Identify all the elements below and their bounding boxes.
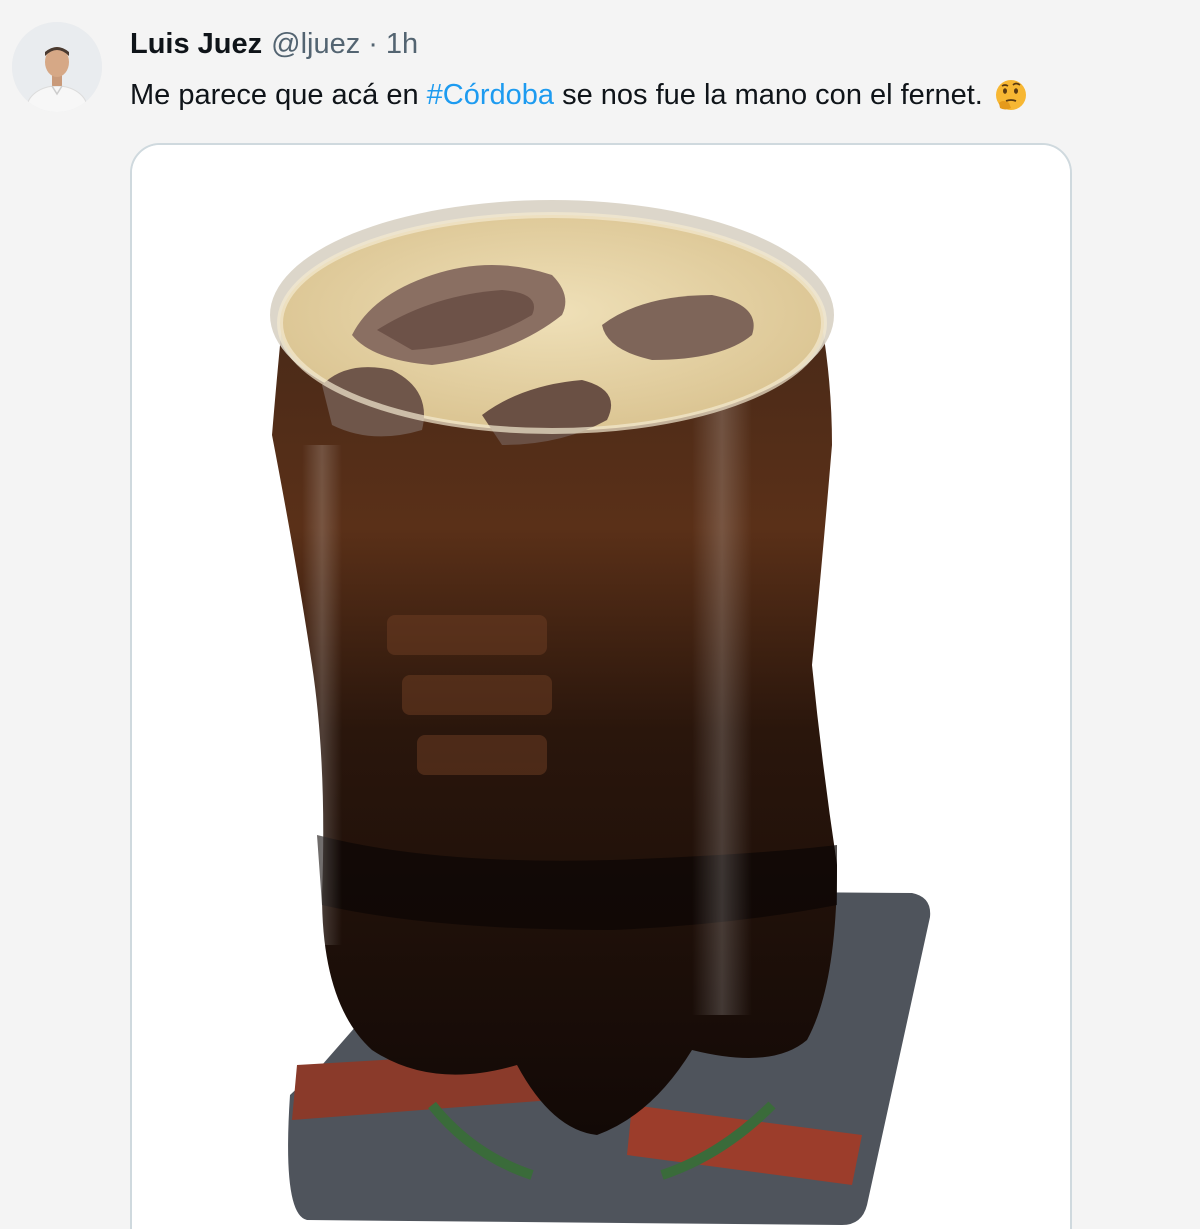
avatar[interactable]	[12, 22, 102, 112]
fernet-glass-photo-icon	[132, 145, 1070, 1229]
tweet: Luis Juez @ljuez · 1h Me parece que acá …	[0, 0, 1200, 1229]
thinking-face-emoji-icon	[993, 77, 1029, 113]
profile-photo-icon	[12, 22, 102, 112]
tweet-timestamp[interactable]: 1h	[386, 26, 418, 62]
tweet-text: Me parece que acá en #Córdoba se nos fue…	[130, 76, 1029, 114]
header-separator: ·	[368, 28, 378, 60]
hashtag-link[interactable]: #Córdoba	[427, 76, 554, 114]
tweet-text-end: se nos fue la mano con el fernet.	[554, 79, 983, 111]
tweet-text-start: Me parece que acá en	[130, 79, 427, 111]
tweet-media[interactable]	[130, 143, 1072, 1229]
author-handle[interactable]: @ljuez	[271, 26, 360, 62]
tweet-header: Luis Juez @ljuez · 1h	[130, 26, 418, 62]
author-name[interactable]: Luis Juez	[130, 26, 262, 62]
